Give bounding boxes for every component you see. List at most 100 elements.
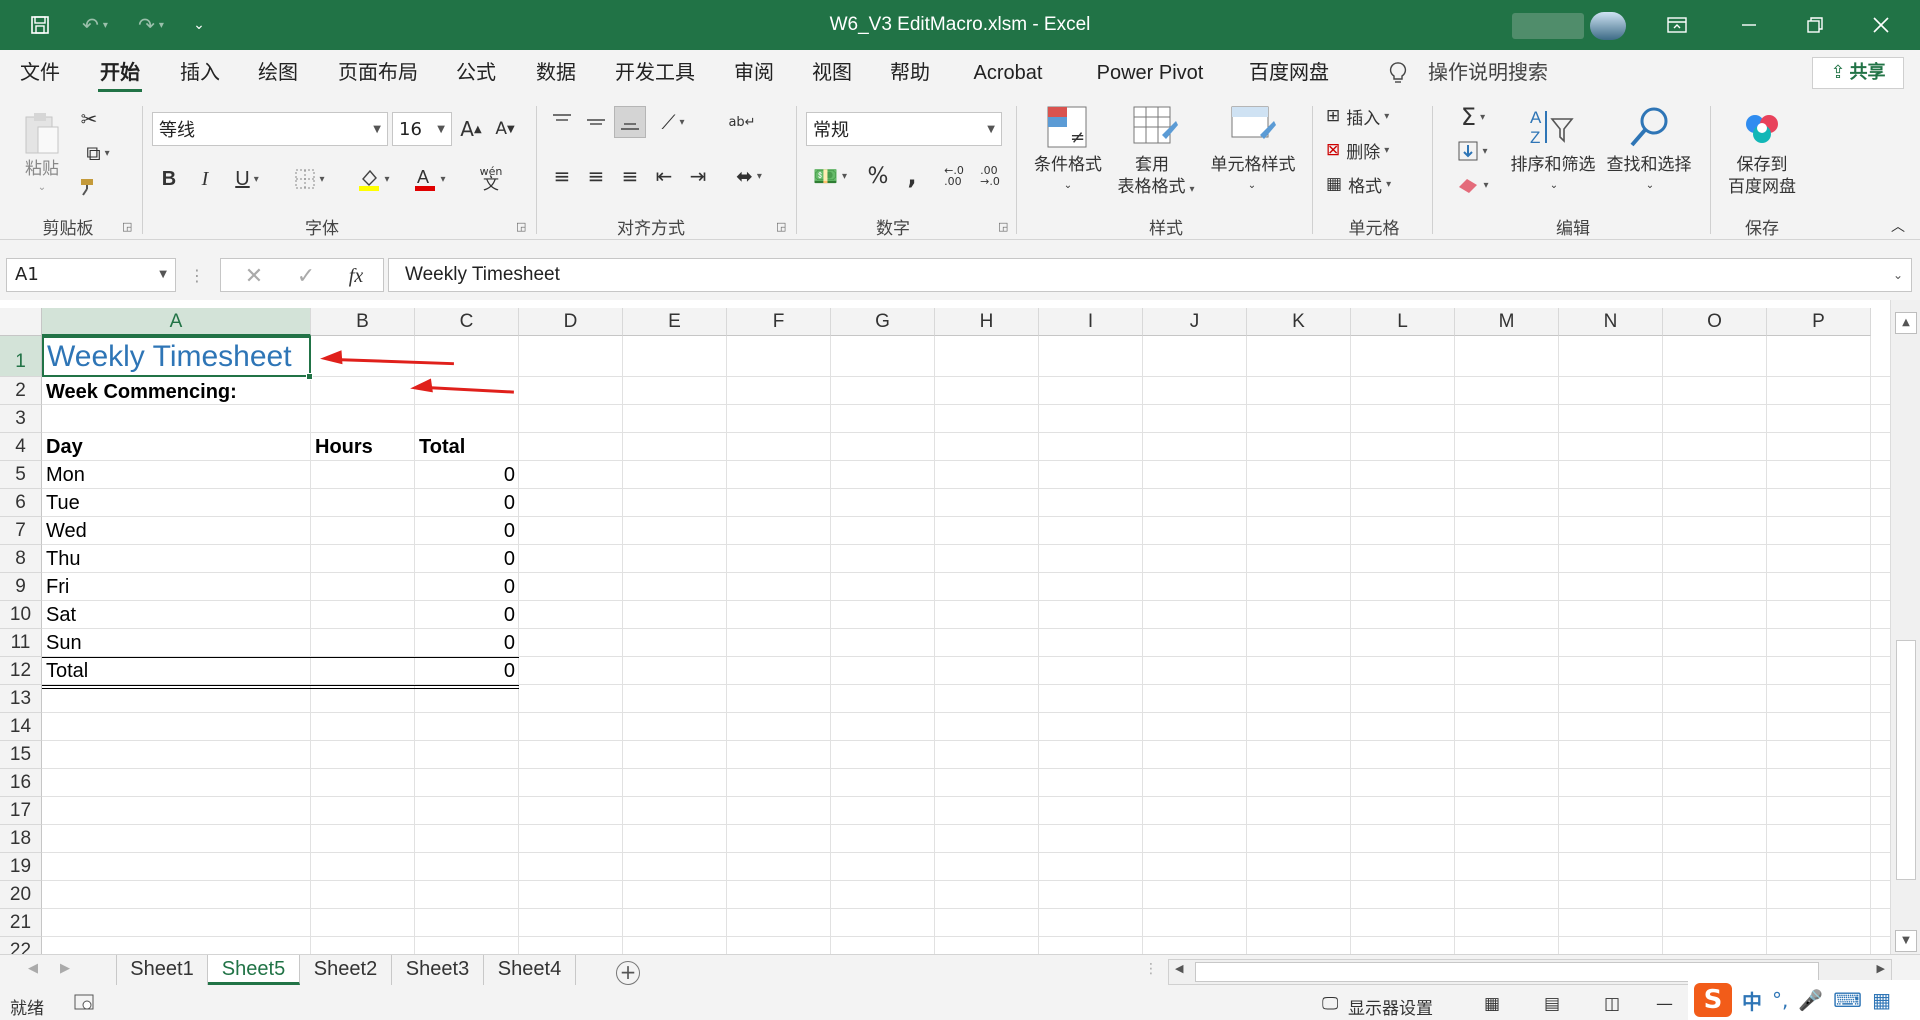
format-as-table-label-2[interactable]: 表格格式 ▾ [1106, 176, 1206, 201]
italic-button[interactable]: I [188, 162, 222, 196]
align-bottom-icon[interactable] [614, 106, 646, 138]
tab-baidu-netdisk[interactable]: 百度网盘 [1246, 50, 1332, 96]
cell-a10[interactable]: Sat [46, 604, 76, 627]
column-header-a[interactable]: A [42, 308, 311, 336]
row-header-2[interactable]: 2 [0, 377, 42, 405]
scroll-left-icon[interactable]: ◀ [1175, 962, 1183, 975]
page-layout-view-icon[interactable]: ▤ [1544, 994, 1560, 1014]
name-box[interactable]: A1 ▼ [6, 258, 176, 292]
tab-insert[interactable]: 插入 [178, 50, 222, 96]
add-sheet-icon[interactable]: + [616, 961, 640, 985]
delete-cells-button[interactable]: ⊠ 删除 ▾ [1326, 136, 1426, 164]
cell-c10[interactable]: 0 [415, 604, 515, 627]
cell-c5[interactable]: 0 [415, 464, 515, 487]
undo-icon[interactable]: ↶ ▾ [70, 0, 120, 50]
comma-style-button[interactable]: , [898, 160, 926, 192]
customize-quick-access-icon[interactable]: ⌄ [184, 0, 214, 50]
display-settings-label[interactable]: 显示器设置 [1348, 994, 1433, 1019]
prev-sheet-icon[interactable]: ◀ [28, 961, 38, 976]
row-header-1[interactable]: 1 [0, 336, 42, 377]
column-header-l[interactable]: L [1351, 308, 1455, 336]
column-header-e[interactable]: E [623, 308, 727, 336]
fill-handle[interactable] [306, 373, 313, 380]
formula-input[interactable]: Weekly Timesheet ⌄ [388, 258, 1912, 292]
wrap-text-icon[interactable]: ab↵ [726, 106, 758, 138]
row-header-7[interactable]: 7 [0, 517, 42, 545]
tab-page-layout[interactable]: 页面布局 [336, 50, 420, 96]
tab-split-grip-icon[interactable]: ⋮ [1144, 961, 1158, 977]
ime-chinese-mode[interactable]: 中 [1742, 986, 1762, 1015]
insert-cells-button[interactable]: ⊞ 插入 ▾ [1326, 102, 1426, 130]
ribbon-display-options-icon[interactable] [1648, 0, 1706, 50]
save-to-baidu-label-1[interactable]: 保存到 [1716, 154, 1808, 176]
tab-draw[interactable]: 绘图 [256, 50, 300, 96]
horizontal-scroll-thumb[interactable] [1195, 962, 1819, 982]
align-center-icon[interactable]: ≡ [580, 160, 612, 192]
percent-style-button[interactable]: % [862, 160, 894, 192]
scroll-right-icon[interactable]: ▶ [1877, 962, 1885, 975]
enter-entry-icon[interactable]: ✓ [291, 261, 321, 291]
align-middle-icon[interactable] [580, 106, 612, 138]
format-as-table-label-1[interactable]: 套用 [1106, 154, 1198, 176]
font-name-combo[interactable]: 等线 ▼ [152, 112, 388, 146]
column-header-o[interactable]: O [1663, 308, 1767, 336]
collapse-ribbon-icon[interactable]: ︿ [1886, 216, 1910, 236]
decrease-font-size-icon[interactable]: A ▼ [490, 112, 520, 146]
ime-microphone-icon[interactable]: 🎤 [1798, 988, 1823, 1012]
column-header-m[interactable]: M [1455, 308, 1559, 336]
macro-recording-icon[interactable] [74, 994, 94, 1017]
column-header-i[interactable]: I [1039, 308, 1143, 336]
row-header-12[interactable]: 12 [0, 657, 42, 685]
tab-home[interactable]: 开始 [98, 50, 142, 96]
clear-icon[interactable]: ▾ [1448, 170, 1498, 200]
column-header-p[interactable]: P [1767, 308, 1871, 336]
paste-label[interactable]: 粘贴 [18, 158, 66, 180]
find-select-icon[interactable] [1622, 102, 1678, 152]
format-as-table-icon[interactable] [1128, 102, 1182, 152]
column-header-j[interactable]: J [1143, 308, 1247, 336]
sort-filter-dropdown-icon[interactable]: ⌄ [1546, 178, 1562, 192]
number-launcher-icon[interactable]: ◲ [998, 220, 1008, 233]
cut-icon[interactable]: ✂ [74, 104, 104, 134]
sogou-ime-icon[interactable]: S [1694, 983, 1732, 1017]
column-header-d[interactable]: D [519, 308, 623, 336]
scroll-up-icon[interactable]: ▲ [1895, 312, 1917, 334]
decrease-indent-icon[interactable]: ⇤ [648, 160, 680, 192]
accounting-format-icon[interactable]: 💵 ▾ [806, 160, 854, 192]
increase-indent-icon[interactable]: ⇥ [682, 160, 714, 192]
fill-icon[interactable]: ▾ [1448, 136, 1498, 166]
column-header-f[interactable]: F [727, 308, 831, 336]
conditional-formatting-label[interactable]: 条件格式 [1024, 154, 1112, 176]
cancel-entry-icon[interactable]: ✕ [239, 261, 269, 291]
row-header-14[interactable]: 14 [0, 713, 42, 741]
insert-function-button[interactable]: fx [341, 261, 371, 291]
column-header-g[interactable]: G [831, 308, 935, 336]
font-color-icon[interactable]: A ▾ [404, 162, 456, 196]
cell-a9[interactable]: Fri [46, 576, 69, 599]
borders-icon[interactable]: ▾ [284, 162, 336, 196]
display-settings-icon[interactable]: 🖵 [1322, 994, 1338, 1014]
sheet-tab-sheet4[interactable]: Sheet4 [484, 955, 576, 985]
ime-punctuation-icon[interactable]: °, [1772, 988, 1788, 1012]
align-left-icon[interactable]: ≡ [546, 160, 578, 192]
format-cells-button[interactable]: ▦ 格式 ▾ [1326, 170, 1426, 198]
cell-a7[interactable]: Wed [46, 520, 87, 543]
cell-styles-dropdown-icon[interactable]: ⌄ [1244, 178, 1260, 192]
row-header-20[interactable]: 20 [0, 881, 42, 909]
expand-formula-bar-icon[interactable]: ⌄ [1893, 259, 1903, 291]
select-all-corner[interactable] [0, 308, 42, 336]
sort-filter-label[interactable]: 排序和筛选 [1504, 154, 1602, 176]
cell-styles-icon[interactable] [1226, 102, 1280, 152]
restore-icon[interactable] [1786, 0, 1844, 50]
autosum-icon[interactable]: Σ ▾ [1448, 102, 1498, 132]
cell-c4[interactable]: Total [419, 436, 465, 459]
minimize-icon[interactable] [1720, 0, 1778, 50]
cell-c8[interactable]: 0 [415, 548, 515, 571]
row-header-5[interactable]: 5 [0, 461, 42, 489]
close-icon[interactable] [1852, 0, 1910, 50]
redo-icon[interactable]: ↷ ▾ [126, 0, 176, 50]
orientation-icon[interactable]: ⟋ ▾ [650, 106, 696, 138]
underline-button[interactable]: U ▾ [222, 162, 272, 196]
cell-styles-label[interactable]: 单元格样式 [1202, 154, 1304, 176]
baidu-netdisk-icon[interactable] [1738, 104, 1786, 152]
